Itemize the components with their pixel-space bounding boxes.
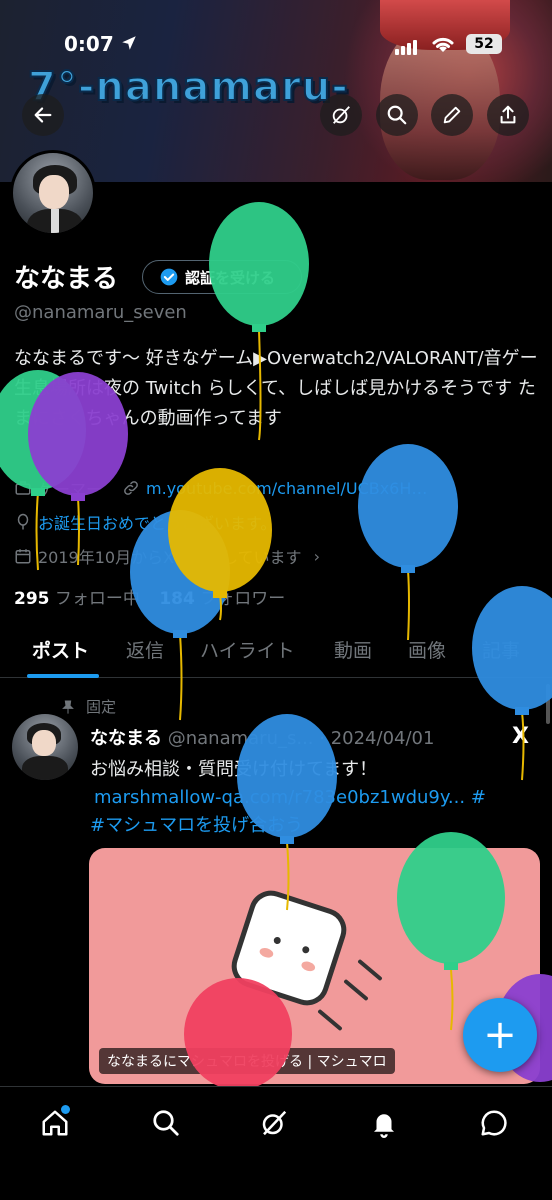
balloon-blue-right [472,586,552,781]
search-icon [153,1110,179,1136]
plus-icon: + [483,1012,517,1058]
balloon-purple [28,372,128,566]
birthday-balloons [0,202,552,1086]
grok-icon [262,1110,287,1136]
balloon-blue-post [237,714,337,911]
message-icon [481,1110,507,1136]
bell-icon [374,1114,394,1138]
balloon-blue-mid [358,444,458,641]
balloon-red [184,978,292,1086]
compose-button[interactable]: + [463,998,537,1072]
nav-home[interactable] [35,1103,75,1143]
notification-dot [61,1105,70,1114]
nav-grok[interactable] [254,1103,294,1143]
nav-messages[interactable] [474,1103,514,1143]
bottom-navigation [0,1086,552,1200]
nav-search[interactable] [146,1103,186,1143]
nav-notifications[interactable] [364,1103,404,1143]
balloon-green-top [209,202,309,441]
